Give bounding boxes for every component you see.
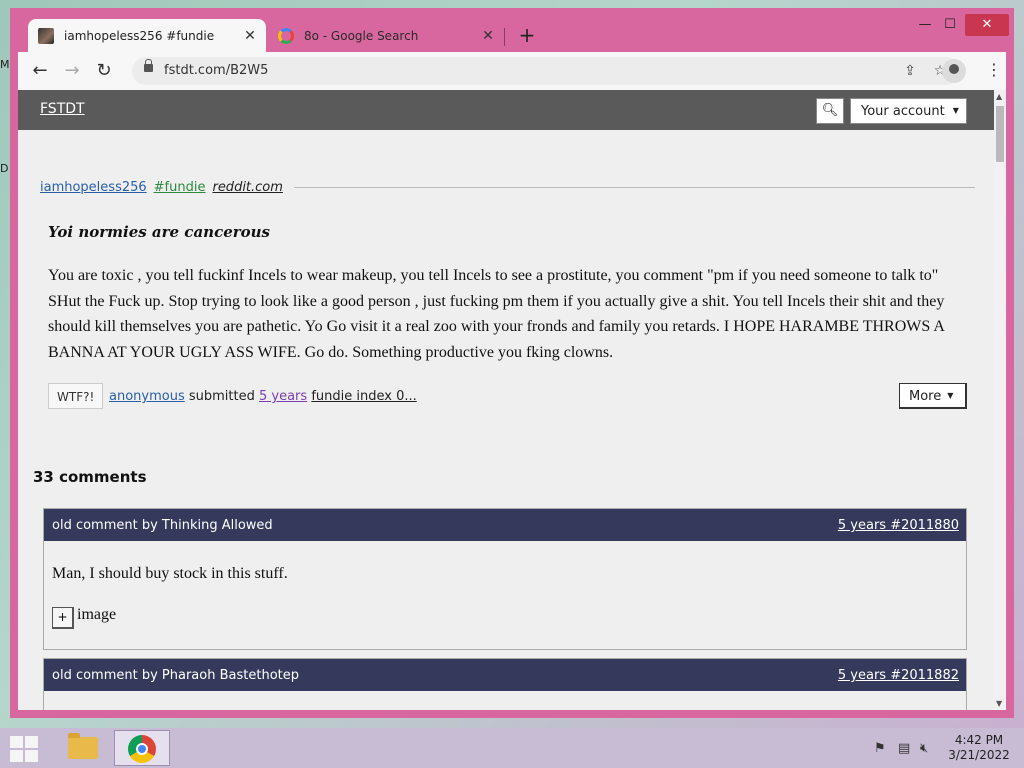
desktop-icon-fragment: M	[0, 58, 10, 71]
close-window-icon[interactable]: ✕	[965, 14, 1009, 36]
comment-author: old comment by Pharaoh Bastethotep	[52, 668, 299, 683]
tab-inactive[interactable]: 8o - Google Search ✕	[268, 19, 504, 52]
file-explorer-taskbar-button[interactable]	[54, 730, 110, 766]
account-button[interactable]: Your account ▼	[850, 98, 967, 124]
comment-card: old comment by Thinking Allowed 5 years …	[43, 508, 967, 650]
share-icon[interactable]: ⇪	[900, 61, 920, 81]
age-link[interactable]: 5 years	[259, 389, 307, 404]
tab-close-icon[interactable]: ✕	[240, 28, 260, 44]
folder-icon	[68, 733, 98, 759]
tab-separator	[504, 28, 505, 46]
lock-icon	[144, 59, 153, 72]
minimize-icon[interactable]: —	[911, 14, 939, 36]
comments-heading: 33 comments	[33, 468, 147, 486]
system-clock[interactable]: 4:42 PM 3/21/2022	[940, 733, 1018, 763]
post-actions: WTF?! anonymous submitted 5 years fundie…	[48, 383, 968, 411]
flag-icon[interactable]: ⚑	[874, 741, 886, 756]
scroll-up-icon[interactable]: ▲	[996, 92, 1002, 101]
comment-card: old comment by Pharaoh Bastethotep 5 yea…	[43, 658, 967, 710]
account-label: Your account	[861, 104, 945, 119]
tab-close-icon[interactable]: ✕	[478, 28, 498, 44]
post-thumbnail-icon	[38, 27, 54, 44]
chrome-taskbar-button[interactable]	[114, 730, 170, 766]
tab-active[interactable]: iamhopeless256 #fundie ✕	[28, 19, 266, 52]
back-arrow-icon[interactable]: ←	[28, 60, 52, 82]
search-icon: 🔍︎	[821, 103, 839, 118]
comment-author: old comment by Thinking Allowed	[52, 518, 273, 533]
submitted-label: submitted	[188, 389, 255, 404]
menu-kebab-icon[interactable]: ⋮	[984, 60, 1004, 79]
page-scrollbar[interactable]: ▲ ▼	[994, 90, 1006, 710]
caret-down-icon: ▼	[947, 391, 954, 400]
address-bar[interactable]: fstdt.com/B2W5 ⇪ ☆	[132, 57, 960, 85]
source-link[interactable]: reddit.com	[212, 180, 282, 195]
site-header: FSTDT 🔍︎ Your account ▼	[18, 90, 994, 130]
submission-info: anonymous submitted 5 years fundie index…	[109, 389, 417, 404]
forward-arrow-icon[interactable]: →	[60, 60, 84, 82]
scroll-down-icon[interactable]: ▼	[996, 699, 1002, 708]
scroll-thumb[interactable]	[996, 106, 1004, 162]
submitter-link[interactable]: anonymous	[109, 389, 185, 404]
chrome-icon	[128, 735, 156, 763]
profile-avatar-icon[interactable]	[942, 59, 966, 83]
post-meta: iamhopeless256 #fundie reddit.com	[40, 180, 975, 195]
image-label: image	[77, 606, 117, 623]
author-link[interactable]: iamhopeless256	[40, 180, 147, 195]
fundie-index-link[interactable]: fundie index 0...	[311, 389, 416, 404]
more-button[interactable]: More ▼	[899, 383, 967, 409]
browser-window: iamhopeless256 #fundie ✕ 8o - Google Sea…	[10, 8, 1014, 718]
comment-header: old comment by Pharaoh Bastethotep 5 yea…	[44, 659, 966, 691]
wtf-button[interactable]: WTF?!	[48, 383, 104, 409]
tab-title: 8o - Google Search	[304, 28, 419, 43]
divider	[293, 187, 975, 188]
google-icon	[278, 27, 294, 44]
comment-header: old comment by Thinking Allowed 5 years …	[44, 509, 966, 541]
clock-time: 4:42 PM	[954, 733, 1004, 747]
tag-link[interactable]: #fundie	[154, 180, 206, 195]
comment-permalink[interactable]: 5 years #2011882	[838, 668, 959, 683]
more-label: More	[909, 389, 942, 404]
desktop-icon-fragment: D	[0, 162, 9, 175]
expand-image-button[interactable]: +	[52, 607, 74, 629]
taskbar: ⚑ ▤ 🔇︎ 4:42 PM 3/21/2022	[0, 728, 1024, 768]
site-logo[interactable]: FSTDT	[40, 101, 85, 117]
volume-muted-icon[interactable]: 🔇︎	[920, 741, 928, 756]
url-text: fstdt.com/B2W5	[164, 63, 269, 78]
new-tab-icon[interactable]: +	[514, 24, 540, 48]
search-button[interactable]: 🔍︎	[816, 98, 844, 124]
post-title: Yoi normies are cancerous	[48, 223, 271, 241]
comment-permalink[interactable]: 5 years #2011880	[838, 518, 959, 533]
maximize-icon[interactable]: ☐	[936, 14, 964, 36]
browser-toolbar: ← → ↻ fstdt.com/B2W5 ⇪ ☆ ⋮	[18, 52, 1006, 90]
comment-text: Man, I should buy stock in this stuff.	[52, 565, 288, 582]
clock-date: 3/21/2022	[948, 748, 1010, 762]
caret-down-icon: ▼	[952, 106, 959, 115]
windows-start-icon[interactable]	[8, 734, 40, 762]
reload-icon[interactable]: ↻	[92, 60, 116, 82]
tab-strip: iamhopeless256 #fundie ✕ 8o - Google Sea…	[10, 8, 1014, 52]
post-body: You are toxic , you tell fuckinf Incels …	[48, 267, 945, 361]
network-icon[interactable]: ▤	[898, 741, 910, 756]
page-viewport: FSTDT 🔍︎ Your account ▼ iamhopeless256 #f…	[18, 90, 994, 710]
tab-title: iamhopeless256 #fundie	[64, 28, 215, 43]
